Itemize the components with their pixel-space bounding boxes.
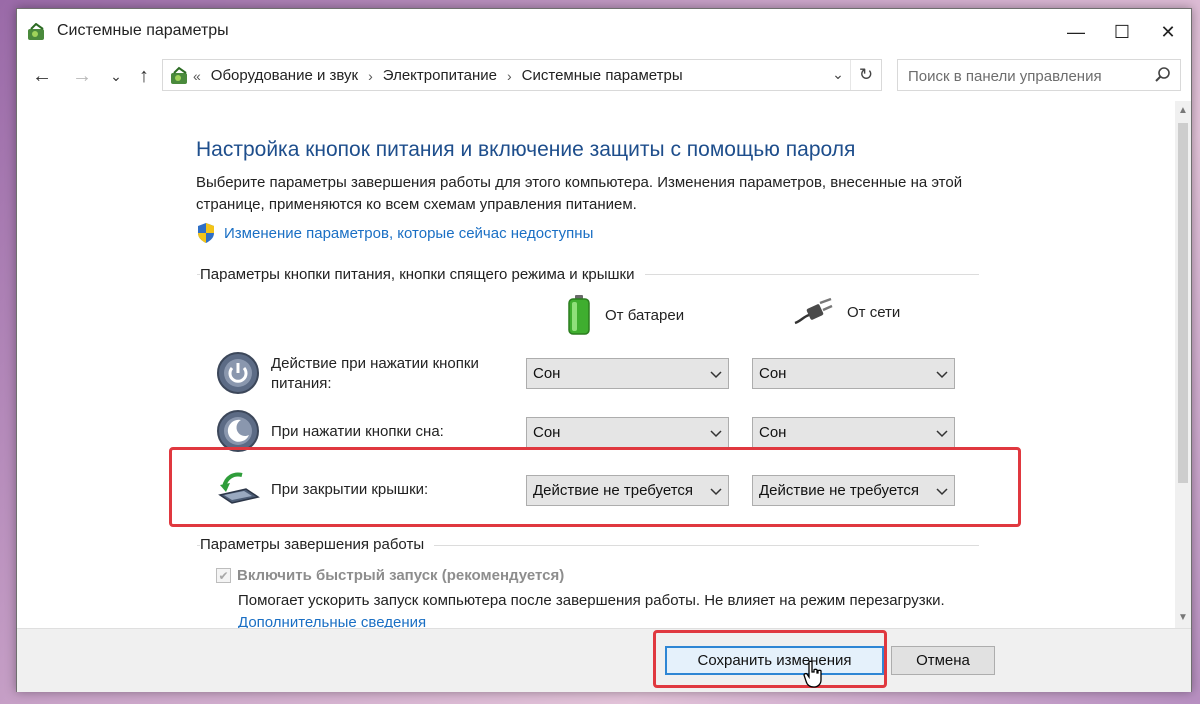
power-button-action-label: Действие при нажатии кнопки питания: xyxy=(271,355,479,392)
chevron-down-icon xyxy=(936,430,948,438)
button-bar: Сохранить изменения Отмена xyxy=(17,628,1191,692)
sleep-button-ac-select[interactable]: Сон xyxy=(752,417,955,448)
scroll-down-icon[interactable]: ▼ xyxy=(1175,610,1191,626)
breadcrumb-separator-icon[interactable]: › xyxy=(368,68,373,84)
close-icon: ✕ xyxy=(1160,21,1176,42)
search-box[interactable] xyxy=(897,59,1181,91)
power-button-battery-select[interactable]: Сон xyxy=(526,358,729,389)
main-content: Настройка кнопок питания и включение защ… xyxy=(17,101,1175,628)
up-button[interactable]: ↑ xyxy=(131,63,157,89)
power-plug-icon xyxy=(794,297,833,325)
refresh-button[interactable]: ↻ xyxy=(850,60,881,90)
lid-row-highlight xyxy=(169,447,1021,527)
uac-settings-link-row[interactable]: Изменение параметров, которые сейчас нед… xyxy=(196,222,593,244)
page-description: Выберите параметры завершения работы для… xyxy=(196,174,963,213)
vertical-scrollbar[interactable]: ▲ ▼ xyxy=(1175,101,1191,628)
battery-column-label: От батареи xyxy=(605,306,685,324)
breadcrumb: « Оборудование и звук › Электропитание ›… xyxy=(193,67,683,84)
ac-column-label: От сети xyxy=(847,303,901,321)
minimize-icon: — xyxy=(1067,21,1085,42)
breadcrumb-power-options[interactable]: Электропитание xyxy=(383,67,497,84)
up-arrow-icon: ↑ xyxy=(139,64,149,87)
forward-arrow-icon: → xyxy=(72,64,92,87)
more-info-link[interactable]: Дополнительные сведения xyxy=(238,614,426,628)
sleep-button-action-label: При нажатии кнопки сна: xyxy=(271,423,444,440)
power-button-icon xyxy=(217,352,259,394)
select-value: Сон xyxy=(533,424,561,441)
title-bar: Системные параметры — ☐ ✕ xyxy=(17,9,1191,55)
battery-icon xyxy=(568,295,590,335)
control-panel-window: Системные параметры — ☐ ✕ ← → ⌄ ↑ « Обор… xyxy=(16,8,1192,692)
breadcrumb-overflow-icon[interactable]: « xyxy=(193,68,201,84)
minimize-button[interactable]: — xyxy=(1053,9,1099,55)
navigation-bar: ← → ⌄ ↑ « Оборудование и звук › Электроп… xyxy=(17,59,1191,93)
mouse-pointer-icon xyxy=(803,660,822,688)
change-unavailable-settings-link[interactable]: Изменение параметров, которые сейчас нед… xyxy=(224,225,593,242)
chevron-down-icon: ⌄ xyxy=(110,67,122,84)
page-title: Настройка кнопок питания и включение защ… xyxy=(196,138,856,161)
scroll-up-icon[interactable]: ▲ xyxy=(1175,103,1191,119)
shutdown-group-label: Параметры завершения работы xyxy=(200,536,435,553)
select-value: Сон xyxy=(533,365,561,382)
chevron-down-icon xyxy=(936,371,948,379)
sleep-button-battery-select[interactable]: Сон xyxy=(526,417,729,448)
uac-shield-icon xyxy=(198,223,214,243)
address-bar[interactable]: « Оборудование и звук › Электропитание ›… xyxy=(162,59,882,91)
select-value: Сон xyxy=(759,365,787,382)
forward-button[interactable]: → xyxy=(69,63,95,89)
address-dropdown-icon[interactable]: ⌄ xyxy=(829,66,847,84)
refresh-icon: ↻ xyxy=(858,65,874,84)
fast-startup-row: ✔ Включить быстрый запуск (рекомендуется… xyxy=(216,567,564,584)
select-value: Сон xyxy=(759,424,787,441)
control-panel-icon xyxy=(171,66,187,84)
battery-column-header: От батареи xyxy=(567,295,684,335)
maximize-icon: ☐ xyxy=(1113,21,1131,42)
breadcrumb-separator-icon[interactable]: › xyxy=(507,68,512,84)
power-button-ac-select[interactable]: Сон xyxy=(752,358,955,389)
cancel-button[interactable]: Отмена xyxy=(891,646,995,675)
chevron-down-icon xyxy=(710,430,722,438)
back-button[interactable]: ← xyxy=(29,63,55,89)
power-buttons-group-label: Параметры кнопки питания, кнопки спящего… xyxy=(200,266,645,283)
fast-startup-help: Помогает ускорить запуск компьютера посл… xyxy=(238,590,978,628)
ac-column-header: От сети xyxy=(793,297,900,327)
search-input[interactable] xyxy=(906,65,1150,87)
breadcrumb-system-settings[interactable]: Системные параметры xyxy=(522,67,683,84)
fast-startup-help-text: Помогает ускорить запуск компьютера посл… xyxy=(238,592,945,609)
scrollbar-thumb[interactable] xyxy=(1178,123,1188,483)
maximize-button[interactable]: ☐ xyxy=(1099,9,1145,55)
fast-startup-checkbox[interactable]: ✔ xyxy=(216,568,231,583)
window-title: Системные параметры xyxy=(57,22,229,39)
chevron-down-icon xyxy=(710,371,722,379)
breadcrumb-hardware-sound[interactable]: Оборудование и звук xyxy=(211,67,358,84)
fast-startup-label: Включить быстрый запуск (рекомендуется) xyxy=(237,567,565,584)
back-arrow-icon: ← xyxy=(32,64,52,87)
close-button[interactable]: ✕ xyxy=(1145,9,1191,55)
recent-locations-button[interactable]: ⌄ xyxy=(103,63,129,89)
search-icon xyxy=(1155,67,1170,82)
checkmark-icon: ✔ xyxy=(218,568,229,583)
control-panel-icon xyxy=(28,23,44,40)
save-button-highlight xyxy=(653,630,887,688)
